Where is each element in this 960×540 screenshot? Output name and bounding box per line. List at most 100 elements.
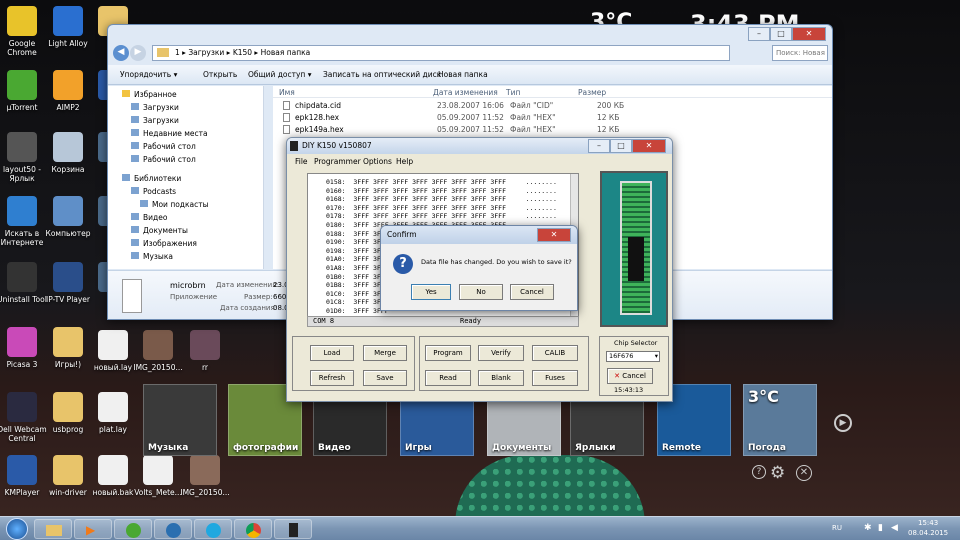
confirm-message: Data file has changed. Do you wish to sa… xyxy=(421,258,572,266)
file-size: 200 КБ xyxy=(597,101,625,110)
search-input[interactable]: Поиск: Новая папка xyxy=(772,45,828,71)
taskbar-media-player[interactable]: ▶ xyxy=(74,519,112,539)
taskbar-skype[interactable] xyxy=(194,519,232,539)
hex-line: 0168: 3FFF 3FFF 3FFF 3FFF 3FFF 3FFF 3FFF… xyxy=(326,195,557,204)
folder-icon xyxy=(131,103,139,110)
start-button[interactable] xyxy=(6,518,28,540)
forward-button[interactable]: ▶ xyxy=(130,45,146,61)
k150-minimize-button[interactable]: – xyxy=(588,139,610,153)
address-bar[interactable]: 1 ▸ Загрузки ▸ K150 ▸ Новая папка xyxy=(152,45,730,61)
new-folder-button[interactable]: Новая папка xyxy=(438,70,488,79)
file-date: 23.08.2007 16:06 xyxy=(437,101,504,110)
breadcrumb-downloads[interactable]: Загрузки xyxy=(188,48,224,57)
cancel-button[interactable]: ✕ Cancel xyxy=(607,368,653,384)
desktop-icon[interactable]: IMG_20150... xyxy=(177,455,233,497)
tree-item[interactable]: Мои подкасты xyxy=(140,200,209,209)
burn-button[interactable]: Записать на оптический диск xyxy=(323,70,441,79)
tree-item[interactable]: Загрузки xyxy=(131,116,179,125)
organize-menu[interactable]: Упорядочить ▾ xyxy=(120,70,177,79)
app-icon xyxy=(7,70,37,100)
close-circle-icon[interactable]: ✕ xyxy=(796,465,812,481)
no-button[interactable]: No xyxy=(459,284,503,300)
file-row[interactable]: epk128.hex 05.09.2007 11:52 Файл "HEX" 12 К… xyxy=(277,112,627,123)
breadcrumb-1[interactable]: 1 xyxy=(175,48,180,57)
taskbar-chrome[interactable] xyxy=(234,519,272,539)
back-button[interactable]: ◀ xyxy=(113,45,129,61)
file-row[interactable]: chipdata.cid 23.08.2007 16:06 Файл "CID" 20… xyxy=(277,100,627,111)
tree-item-label: Загрузки xyxy=(143,116,179,125)
menu-help[interactable]: Help xyxy=(396,157,413,166)
taskbar-explorer[interactable] xyxy=(34,519,72,539)
taskbar-k150[interactable] xyxy=(274,519,312,539)
tree-item[interactable]: Избранное xyxy=(122,90,177,99)
k150-title: DIY K150 v150807 xyxy=(302,141,372,150)
taskbar-dell[interactable] xyxy=(154,519,192,539)
menu-file[interactable]: File xyxy=(295,157,308,166)
maximize-button[interactable]: □ xyxy=(770,27,792,41)
confirm-close-button[interactable]: ✕ xyxy=(537,228,571,242)
calib-button[interactable]: CALIB xyxy=(532,345,578,361)
k150-maximize-button[interactable]: □ xyxy=(610,139,632,153)
column-type[interactable]: Тип xyxy=(506,88,520,97)
breadcrumb-new-folder[interactable]: Новая папка xyxy=(261,48,311,57)
tile-label: Документы xyxy=(492,443,552,453)
save-button[interactable]: Save xyxy=(363,370,407,386)
tree-item[interactable]: Недавние места xyxy=(131,129,208,138)
column-size[interactable]: Размер xyxy=(578,88,606,97)
menu-options[interactable]: Options xyxy=(363,157,392,166)
close-button[interactable]: ✕ xyxy=(792,27,826,41)
folder-icon xyxy=(131,226,139,233)
verify-button[interactable]: Verify xyxy=(478,345,524,361)
detail-name: microbrn xyxy=(170,281,206,290)
menu-programmer[interactable]: Programmer xyxy=(314,157,361,166)
tiles-next-icon[interactable]: ▶ xyxy=(834,414,852,432)
tree-item[interactable]: Рабочий стол xyxy=(131,155,196,164)
tree-item[interactable]: Рабочий стол xyxy=(131,142,196,151)
dialog-cancel-button[interactable]: Cancel xyxy=(510,284,554,300)
share-menu[interactable]: Общий доступ ▾ xyxy=(248,70,311,79)
tree-item[interactable]: Документы xyxy=(131,226,188,235)
chrome-icon xyxy=(246,523,261,538)
settings-gear-icon[interactable]: ⚙ xyxy=(770,463,785,483)
yes-button[interactable]: Yes xyxy=(411,284,451,300)
desktop-icon[interactable]: plat.lay xyxy=(85,392,141,434)
minimize-button[interactable]: – xyxy=(748,27,770,41)
breadcrumb-k150[interactable]: K150 xyxy=(233,48,252,57)
column-name[interactable]: Имя xyxy=(279,88,295,97)
tree-item[interactable]: Изображения xyxy=(131,239,197,248)
status-text: Ready xyxy=(460,317,482,325)
fuses-button[interactable]: Fuses xyxy=(532,370,578,386)
open-button[interactable]: Открыть xyxy=(203,70,237,79)
column-date[interactable]: Дата изменения xyxy=(433,88,498,97)
taskbar-utorrent[interactable] xyxy=(114,519,152,539)
tray-date[interactable]: 08.04.2015 xyxy=(908,529,948,537)
tray-bluetooth-icon[interactable]: ✱ xyxy=(864,523,872,533)
tree-item[interactable]: Podcasts xyxy=(131,187,176,196)
merge-button[interactable]: Merge xyxy=(363,345,407,361)
tree-item[interactable]: Музыка xyxy=(131,252,173,261)
media-tile[interactable]: Музыка xyxy=(143,384,217,456)
tray-network-icon[interactable]: ▮ xyxy=(878,523,883,533)
load-button[interactable]: Load xyxy=(310,345,354,361)
tile-label: фотографии xyxy=(233,443,299,453)
tray-volume-icon[interactable]: ◀ xyxy=(891,523,898,533)
k150-caption-buttons: – □ ✕ xyxy=(588,139,666,153)
desktop-icon[interactable]: rr xyxy=(177,330,233,372)
app-icon xyxy=(53,6,83,36)
refresh-button[interactable]: Refresh xyxy=(310,370,354,386)
tree-item-label: Избранное xyxy=(134,90,177,99)
tree-item-label: Музыка xyxy=(143,252,173,261)
chip-select[interactable]: 16F676 ▾ xyxy=(606,351,660,362)
program-button[interactable]: Program xyxy=(425,345,471,361)
language-indicator[interactable]: RU xyxy=(832,524,842,532)
media-tile[interactable]: Погода 3°C xyxy=(743,384,817,456)
k150-close-button[interactable]: ✕ xyxy=(632,139,666,153)
tree-item[interactable]: Библиотеки xyxy=(122,174,181,183)
tray-time[interactable]: 15:43 xyxy=(918,519,938,527)
file-row[interactable]: epk149a.hex 05.09.2007 11:52 Файл "HEX" 12 … xyxy=(277,124,627,135)
tree-item[interactable]: Загрузки xyxy=(131,103,179,112)
blank-button[interactable]: Blank xyxy=(478,370,524,386)
tree-item[interactable]: Видео xyxy=(131,213,167,222)
help-icon[interactable]: ? xyxy=(752,465,766,479)
read-button[interactable]: Read xyxy=(425,370,471,386)
